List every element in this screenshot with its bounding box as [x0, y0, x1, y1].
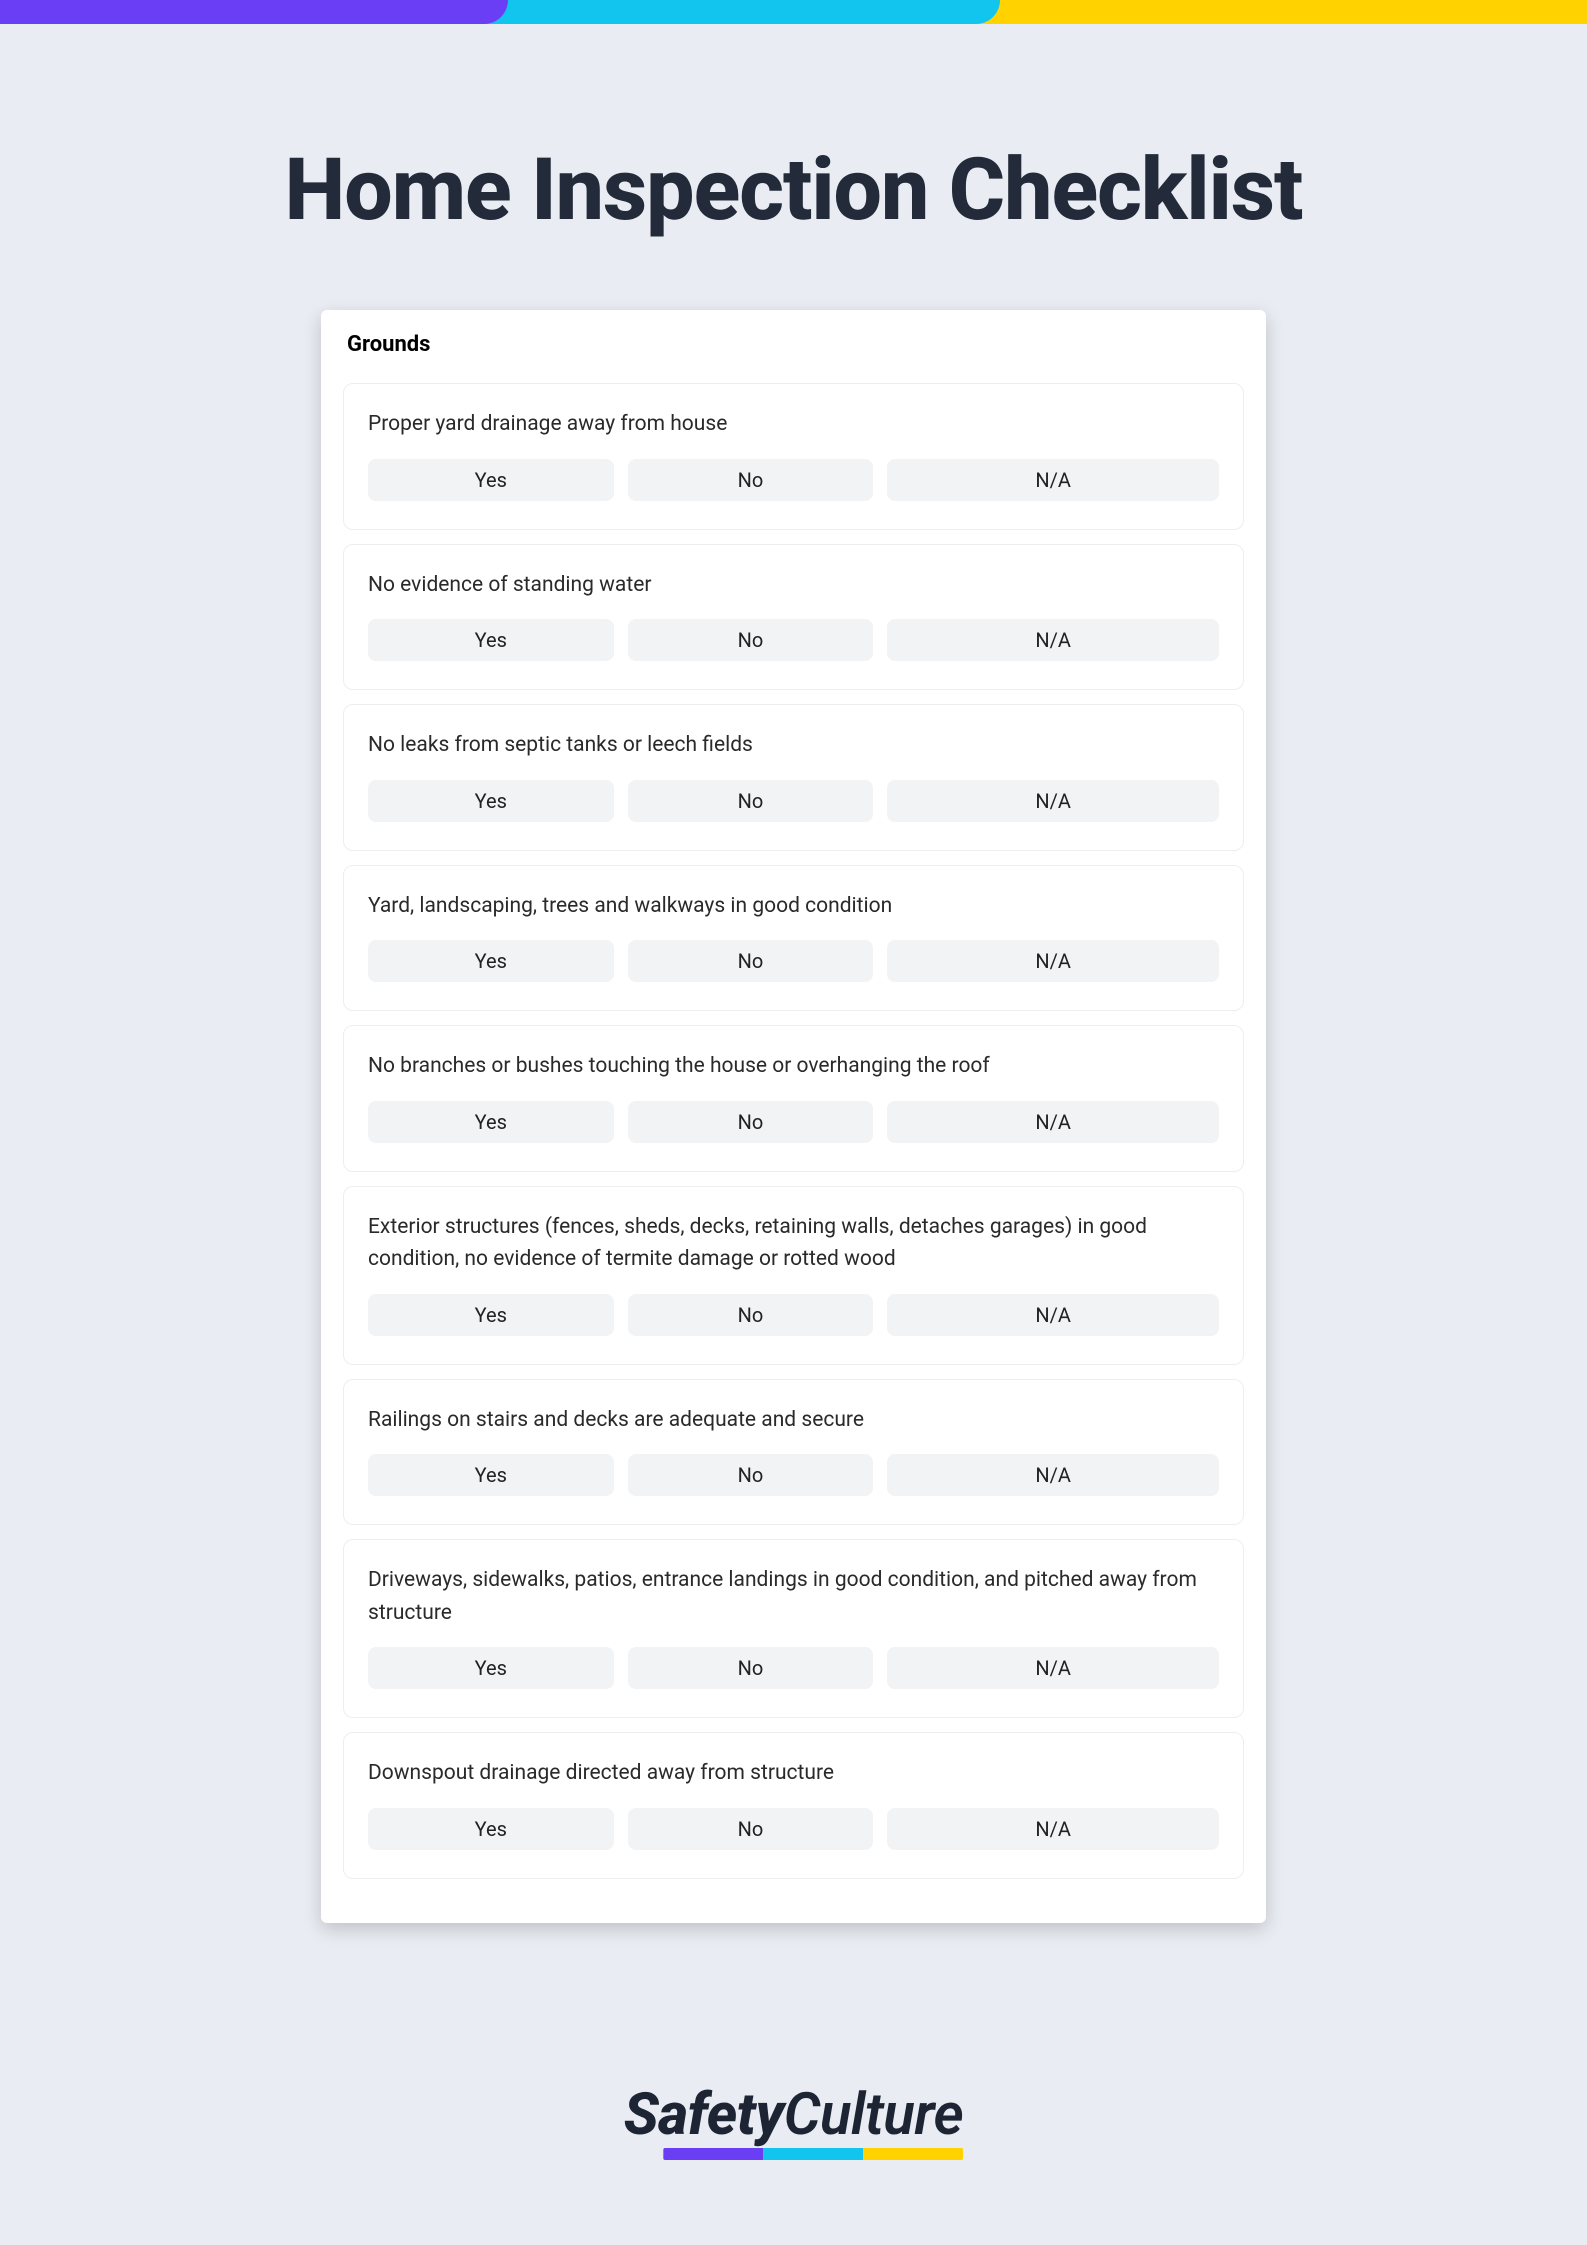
option-row: Yes No N/A: [368, 780, 1219, 822]
accent-purple: [0, 0, 508, 24]
question-text: Driveways, sidewalks, patios, entrance l…: [368, 1564, 1219, 1629]
option-na[interactable]: N/A: [887, 780, 1219, 822]
option-no[interactable]: No: [628, 619, 874, 661]
question-item: Yard, landscaping, trees and walkways in…: [343, 865, 1244, 1012]
question-text: No leaks from septic tanks or leech fiel…: [368, 729, 1219, 762]
option-row: Yes No N/A: [368, 1294, 1219, 1336]
question-item: Driveways, sidewalks, patios, entrance l…: [343, 1539, 1244, 1718]
question-text: No evidence of standing water: [368, 569, 1219, 602]
option-yes[interactable]: Yes: [368, 1101, 614, 1143]
page-title: Home Inspection Checklist: [0, 139, 1587, 240]
checklist-card: Grounds Proper yard drainage away from h…: [321, 310, 1266, 1923]
brand-part1: Safety: [624, 2081, 784, 2149]
option-row: Yes No N/A: [368, 1647, 1219, 1689]
option-na[interactable]: N/A: [887, 1454, 1219, 1496]
option-yes[interactable]: Yes: [368, 780, 614, 822]
question-item: Proper yard drainage away from house Yes N…: [343, 383, 1244, 530]
underline-cyan: [763, 2148, 863, 2160]
option-no[interactable]: No: [628, 1454, 874, 1496]
option-yes[interactable]: Yes: [368, 1294, 614, 1336]
option-yes[interactable]: Yes: [368, 619, 614, 661]
brand-underline: [663, 2148, 963, 2160]
header-accent-bar: [0, 0, 1587, 24]
option-na[interactable]: N/A: [887, 1101, 1219, 1143]
option-na[interactable]: N/A: [887, 1294, 1219, 1336]
brand-logo: SafetyCulture: [624, 2086, 964, 2160]
option-row: Yes No N/A: [368, 1454, 1219, 1496]
brand-part2: Culture: [784, 2081, 964, 2149]
question-text: Railings on stairs and decks are adequat…: [368, 1404, 1219, 1437]
section-title: Grounds: [343, 332, 1244, 357]
option-no[interactable]: No: [628, 1647, 874, 1689]
option-na[interactable]: N/A: [887, 1647, 1219, 1689]
question-item: Downspout drainage directed away from st…: [343, 1732, 1244, 1879]
question-item: No leaks from septic tanks or leech fiel…: [343, 704, 1244, 851]
question-text: Proper yard drainage away from house: [368, 408, 1219, 441]
option-no[interactable]: No: [628, 1101, 874, 1143]
option-no[interactable]: No: [628, 459, 874, 501]
option-na[interactable]: N/A: [887, 1808, 1219, 1850]
question-text: No branches or bushes touching the house…: [368, 1050, 1219, 1083]
option-na[interactable]: N/A: [887, 619, 1219, 661]
option-yes[interactable]: Yes: [368, 1647, 614, 1689]
option-row: Yes No N/A: [368, 619, 1219, 661]
option-no[interactable]: No: [628, 940, 874, 982]
underline-purple: [663, 2148, 763, 2160]
brand-wordmark: SafetyCulture: [624, 2086, 964, 2144]
option-na[interactable]: N/A: [887, 940, 1219, 982]
question-text: Exterior structures (fences, sheds, deck…: [368, 1211, 1219, 1276]
question-item: Railings on stairs and decks are adequat…: [343, 1379, 1244, 1526]
question-text: Downspout drainage directed away from st…: [368, 1757, 1219, 1790]
question-item: No evidence of standing water Yes No N/A: [343, 544, 1244, 691]
option-row: Yes No N/A: [368, 940, 1219, 982]
option-no[interactable]: No: [628, 1294, 874, 1336]
option-row: Yes No N/A: [368, 1808, 1219, 1850]
option-no[interactable]: No: [628, 1808, 874, 1850]
question-item: Exterior structures (fences, sheds, deck…: [343, 1186, 1244, 1365]
question-text: Yard, landscaping, trees and walkways in…: [368, 890, 1219, 923]
option-yes[interactable]: Yes: [368, 459, 614, 501]
option-row: Yes No N/A: [368, 1101, 1219, 1143]
option-row: Yes No N/A: [368, 459, 1219, 501]
option-na[interactable]: N/A: [887, 459, 1219, 501]
option-yes[interactable]: Yes: [368, 940, 614, 982]
questions-container: Proper yard drainage away from houseYesN…: [343, 383, 1244, 1879]
option-yes[interactable]: Yes: [368, 1808, 614, 1850]
option-yes[interactable]: Yes: [368, 1454, 614, 1496]
underline-yellow: [863, 2148, 963, 2160]
question-item: No branches or bushes touching the house…: [343, 1025, 1244, 1172]
option-no[interactable]: No: [628, 780, 874, 822]
